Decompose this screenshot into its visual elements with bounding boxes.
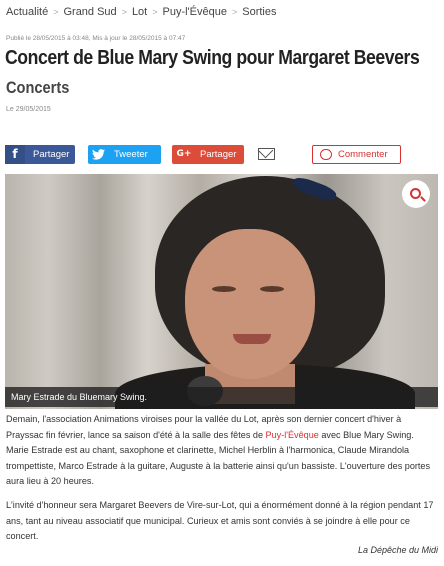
googleplus-share-button[interactable]: G+ Partager [172,145,244,164]
breadcrumb-item-grand-sud[interactable]: Grand Sud [63,6,116,18]
breadcrumb-separator: > [152,7,158,17]
breadcrumb-item-sorties[interactable]: Sorties [242,6,276,18]
article-paragraph-2: L'invité d'honneur sera Margaret Beevers… [6,499,434,542]
share-bar: f Partager Tweeter G+ Partager Commenter [5,145,437,164]
googleplus-share-label: Partager [200,149,237,160]
zoom-button[interactable] [402,180,430,208]
magnifier-icon [409,187,421,199]
email-icon[interactable] [258,148,275,160]
published-info: Publié le 28/05/2015 à 03:48, Mis à jour… [6,35,186,42]
facebook-icon: f [5,145,25,164]
article-photo[interactable] [5,174,438,409]
breadcrumb-item-puy-leveque[interactable]: Puy-l'Évêque [163,6,227,18]
twitter-share-label: Tweeter [114,149,148,160]
article-source: La Dépêche du Midi [357,545,438,555]
googleplus-icon: G+ [176,149,192,159]
twitter-icon [88,145,108,164]
page-title: Concert de Blue Mary Swing pour Margaret… [5,46,420,69]
breadcrumb-item-actualite[interactable]: Actualité [6,6,48,18]
breadcrumb: Actualité > Grand Sud > Lot > Puy-l'Évêque > Sor… [6,6,277,18]
breadcrumb-item-lot[interactable]: Lot [132,6,147,18]
comment-icon [320,149,332,160]
article-body: Demain, l'association Animations viroise… [6,412,438,553]
breadcrumb-separator: > [121,7,127,17]
article-date: Le 29/05/2015 [6,106,51,113]
comment-button[interactable]: Commenter [312,145,401,164]
photo-eye-right [260,286,284,292]
article-category: Concerts [6,78,70,97]
photo-eye-left [212,286,236,292]
article-paragraph-1: Demain, l'association Animations viroise… [6,412,438,490]
facebook-share-label: Partager [33,149,70,160]
comment-label: Commenter [338,149,388,160]
photo-mouth [233,334,271,344]
photo-face [185,229,315,379]
puy-leveque-link[interactable]: Puy-l'Évêque [266,430,319,440]
twitter-share-button[interactable]: Tweeter [88,145,161,164]
facebook-share-button[interactable]: f Partager [5,145,75,164]
photo-caption: Mary Estrade du Bluemary Swing. [5,387,438,407]
breadcrumb-separator: > [231,7,238,17]
breadcrumb-separator: > [53,7,59,17]
